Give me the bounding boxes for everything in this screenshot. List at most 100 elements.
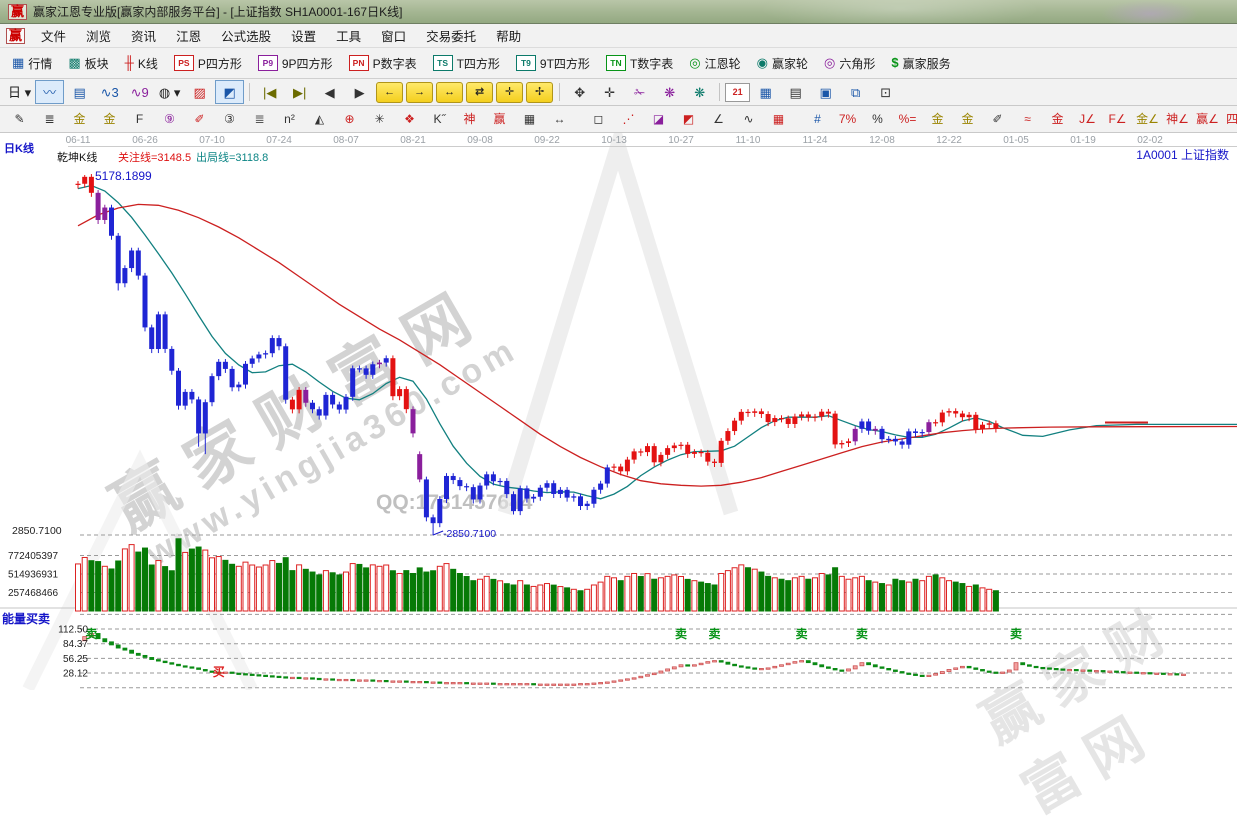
info-doc-icon[interactable]: ▤ (65, 80, 94, 104)
percent-7-icon[interactable]: 7% (833, 107, 862, 131)
shift-right-icon[interactable]: → (406, 82, 433, 103)
n-square-icon[interactable]: n² (275, 107, 304, 131)
angle-measure-icon[interactable]: ✁ (625, 80, 654, 104)
angle-line-icon[interactable]: ∠ (704, 107, 733, 131)
tool-t-square[interactable]: TST四方形 (426, 52, 507, 75)
tool-gann-wheel[interactable]: ◎江恩轮 (682, 52, 747, 75)
percent-line-icon[interactable]: %= (893, 107, 922, 131)
k-mark-icon[interactable]: K˝ (425, 107, 454, 131)
sell-signal-label: 卖 (856, 626, 868, 641)
f-angle-icon[interactable]: F∠ (1103, 107, 1132, 131)
tool-sectors[interactable]: ▩板块 (61, 52, 115, 75)
shen-angle-icon[interactable]: 神∠ (1163, 107, 1192, 131)
gold-grid-1-icon[interactable]: 金 (65, 107, 94, 131)
snapshot-icon[interactable]: ⊡ (871, 80, 900, 104)
menu-item-tools[interactable]: 工具 (326, 23, 371, 48)
export-icon[interactable]: ⧉ (841, 80, 870, 104)
tool-9p-square[interactable]: P99P四方形 (251, 52, 340, 75)
step-back-icon[interactable]: ◀ (315, 80, 344, 104)
menu-item-browse[interactable]: 浏览 (76, 23, 121, 48)
ruler-grid-icon[interactable]: ▦ (515, 107, 544, 131)
gold-channel-icon[interactable]: 金 (1043, 107, 1072, 131)
tool-p-number-table[interactable]: PNP数字表 (342, 52, 424, 75)
tool-quotes[interactable]: ▦行情 (5, 52, 59, 75)
menu-item-file[interactable]: 文件 (31, 23, 76, 48)
step-forward-icon[interactable]: ▶ (345, 80, 374, 104)
pattern-box-icon[interactable]: ▨ (185, 80, 214, 104)
spider-web-icon[interactable]: ❖ (395, 107, 424, 131)
notes-icon[interactable]: ▤ (781, 80, 810, 104)
fan-box-2-icon[interactable]: ◩ (674, 107, 703, 131)
fan-box-icon[interactable]: ◪ (644, 107, 673, 131)
menu-item-formula-picker[interactable]: 公式选股 (211, 23, 281, 48)
gold-line-icon[interactable]: 金 (953, 107, 982, 131)
save-icon[interactable]: ▣ (811, 80, 840, 104)
tool-9t-square[interactable]: T99T四方形 (509, 52, 597, 75)
gann-net-purple-icon[interactable]: ❋ (655, 80, 684, 104)
wave-channel-icon[interactable]: ≈ (1013, 107, 1042, 131)
menu-item-gann[interactable]: 江恩 (166, 23, 211, 48)
si-angle-icon[interactable]: 四∠ (1223, 107, 1237, 131)
shift-left-icon[interactable]: ← (376, 82, 403, 103)
gold-circle-icon[interactable]: 金 (923, 107, 952, 131)
go-last-icon[interactable]: ▶| (285, 80, 314, 104)
ying-grid-icon[interactable]: 赢 (485, 107, 514, 131)
gann-net-teal-icon[interactable]: ❋ (685, 80, 714, 104)
title-bar: 赢 赢家江恩专业版[赢家内部服务平台] - [上证指数 SH1A0001-167… (0, 0, 1237, 24)
zoom-in-icon[interactable]: ✛ (496, 82, 523, 103)
kline-chart-canvas[interactable]: 卖买卖卖卖卖卖06-1106-2607-1007-2408-0708-2109-… (0, 133, 1237, 690)
pencil-red-icon[interactable]: ✐ (185, 107, 214, 131)
marker-dropdown-icon[interactable]: ◍ ▾ (155, 80, 184, 104)
wave-line-icon[interactable]: ∿ (734, 107, 763, 131)
tool-t-number-table[interactable]: TNT数字表 (599, 52, 680, 75)
gold-grid-2-icon[interactable]: 金 (95, 107, 124, 131)
j-angle-icon[interactable]: J∠ (1073, 107, 1102, 131)
tool-hexagon[interactable]: ◎六角形 (817, 52, 882, 75)
expand-horizontal-icon[interactable]: ↔ (436, 82, 463, 103)
pattern-window-icon[interactable]: 〰 (35, 80, 64, 104)
crosshair-icon[interactable]: ✛ (595, 80, 624, 104)
calendar-icon[interactable]: 21 (725, 83, 750, 102)
shen-grid-icon[interactable]: 神 (455, 107, 484, 131)
mirror-angle-icon[interactable]: ◭ (305, 107, 334, 131)
menu-item-help[interactable]: 帮助 (486, 23, 531, 48)
pencil-mark-icon[interactable]: ✐ (983, 107, 1012, 131)
compress-horizontal-icon[interactable]: ⇄ (466, 82, 493, 103)
sectors-icon: ▩ (68, 56, 80, 70)
menu-item-trade-entrust[interactable]: 交易委托 (416, 23, 486, 48)
sell-signal-label: 卖 (796, 626, 808, 641)
spoke-wheel-icon[interactable]: ✳ (365, 107, 394, 131)
bars-9-icon[interactable]: ∿9 (125, 80, 154, 104)
h-measure-icon[interactable]: ↔ (545, 107, 574, 131)
grid-red-icon[interactable]: ▦ (764, 107, 793, 131)
f-grid-icon[interactable]: F (125, 107, 154, 131)
menu-item-settings[interactable]: 设置 (281, 23, 326, 48)
scale-measure-icon[interactable]: # (803, 107, 832, 131)
hash-lines-icon[interactable]: ≣ (35, 107, 64, 131)
tool-winner-wheel[interactable]: ◉赢家轮 (750, 52, 815, 75)
color-chart-icon[interactable]: ◩ (215, 80, 244, 104)
tool-winner-service[interactable]: $赢家服务 (884, 52, 957, 75)
go-first-icon[interactable]: |◀ (255, 80, 284, 104)
ying-angle-icon[interactable]: 赢∠ (1193, 107, 1222, 131)
gold-angle-icon[interactable]: 金∠ (1133, 107, 1162, 131)
p-number-table-label: P数字表 (373, 55, 417, 72)
percent-icon[interactable]: % (863, 107, 892, 131)
target-circle-icon[interactable]: ⊕ (335, 107, 364, 131)
chart-area[interactable]: 赢家财富网 www.yingjia360.com QQ:1731457644 赢… (0, 133, 1237, 690)
box-select-icon[interactable]: ◻ (584, 107, 613, 131)
fan-lines-icon[interactable]: ⋰ (614, 107, 643, 131)
calculator-icon[interactable]: ▦ (751, 80, 780, 104)
pan-hand-icon[interactable]: ✥ (565, 80, 594, 104)
period-dropdown-icon[interactable]: 日 ▾ (5, 80, 34, 104)
menu-item-news[interactable]: 资讯 (121, 23, 166, 48)
tool-p-square[interactable]: PSP四方形 (167, 52, 249, 75)
zoom-out-icon[interactable]: ✢ (526, 82, 553, 103)
tool-kline[interactable]: ╫K线 (118, 52, 165, 75)
hash-2-icon[interactable]: ≣ (245, 107, 274, 131)
spiral-9-icon[interactable]: ⑨ (155, 107, 184, 131)
circle-3-icon[interactable]: ③ (215, 107, 244, 131)
menu-item-window[interactable]: 窗口 (371, 23, 416, 48)
bars-3-icon[interactable]: ∿3 (95, 80, 124, 104)
pencil-icon[interactable]: ✎ (5, 107, 34, 131)
